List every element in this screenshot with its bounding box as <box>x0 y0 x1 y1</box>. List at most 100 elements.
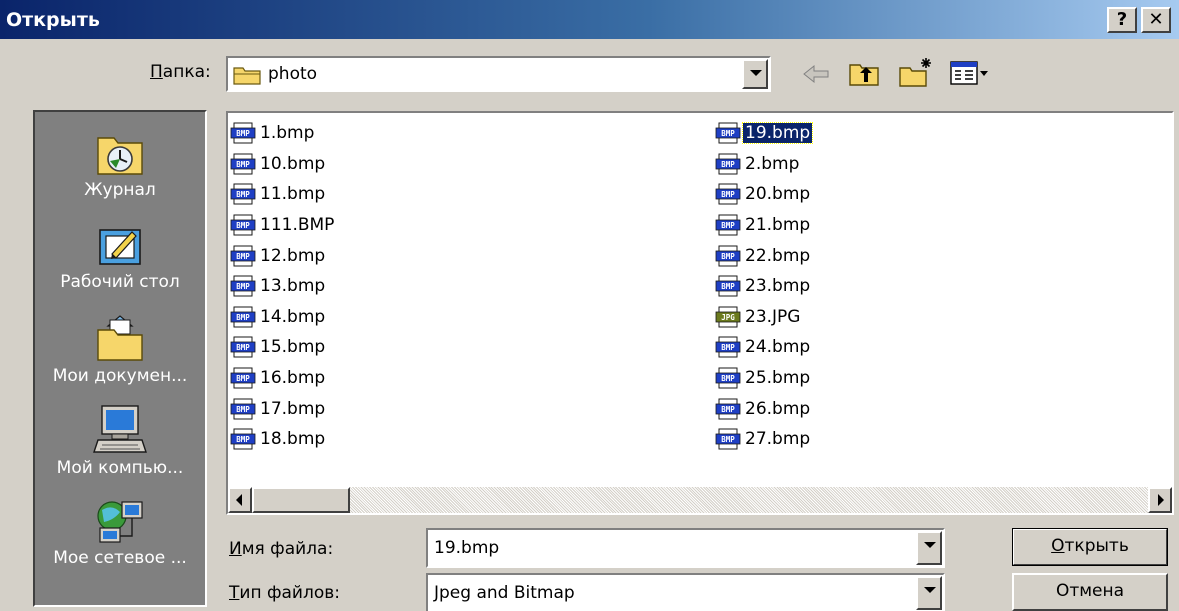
bmp-file-icon: BMP <box>230 214 256 236</box>
file-item[interactable]: BMP 15.bmp <box>230 332 336 363</box>
file-name: 23.bmp <box>745 276 811 297</box>
file-name: 15.bmp <box>260 337 326 358</box>
file-name: 20.bmp <box>745 184 811 205</box>
bmp-file-icon: BMP <box>230 336 256 358</box>
folder-combo[interactable]: photo <box>226 56 771 92</box>
file-name: 27.bmp <box>745 429 811 450</box>
svg-text:BMP: BMP <box>721 129 735 138</box>
horizontal-scrollbar[interactable] <box>228 487 1172 513</box>
file-item[interactable]: BMP 18.bmp <box>230 424 336 455</box>
file-item[interactable]: BMP 26.bmp <box>715 393 812 424</box>
file-item[interactable]: BMP 25.bmp <box>715 363 812 394</box>
file-name: 19.bmp <box>741 122 814 145</box>
svg-text:BMP: BMP <box>236 221 250 230</box>
place-my-documents[interactable]: Мои докумен... <box>35 312 205 386</box>
filetype-combo[interactable]: Jpeg and Bitmap <box>426 573 945 611</box>
file-name: 13.bmp <box>260 276 326 297</box>
file-item[interactable]: BMP 21.bmp <box>715 210 812 241</box>
file-name: 18.bmp <box>260 429 326 450</box>
svg-text:BMP: BMP <box>236 374 250 383</box>
svg-text:BMP: BMP <box>721 221 735 230</box>
place-history[interactable]: Журнал <box>35 126 205 200</box>
filetype-label: Тип файлов: <box>229 583 340 603</box>
file-item[interactable]: BMP 17.bmp <box>230 393 336 424</box>
file-item[interactable]: BMP 22.bmp <box>715 240 812 271</box>
file-list[interactable]: BMP 1.bmp BMP 10.bmp BMP 11.bmp BMP 111.BMP BMP 1… <box>226 111 1174 515</box>
file-item[interactable]: BMP 12.bmp <box>230 240 336 271</box>
svg-text:BMP: BMP <box>721 435 735 444</box>
folder-label: Папка: <box>150 62 211 82</box>
scrollbar-thumb[interactable] <box>252 487 350 513</box>
file-name: 24.bmp <box>745 337 811 358</box>
svg-text:BMP: BMP <box>236 343 250 352</box>
file-name: 26.bmp <box>745 398 811 419</box>
bmp-file-icon: BMP <box>230 398 256 420</box>
folder-icon <box>233 67 261 85</box>
places-bar: Журнал Рабочий стол Мои докумен... Мой к… <box>33 110 207 607</box>
folder-value: photo <box>268 64 318 84</box>
help-button[interactable]: ? <box>1107 7 1137 33</box>
file-item[interactable]: BMP 2.bmp <box>715 149 812 180</box>
svg-text:BMP: BMP <box>721 252 735 261</box>
place-desktop[interactable]: Рабочий стол <box>35 220 205 292</box>
svg-text:BMP: BMP <box>721 160 735 169</box>
file-item[interactable]: BMP 13.bmp <box>230 271 336 302</box>
network-places-icon <box>97 501 143 543</box>
svg-text:BMP: BMP <box>236 252 250 261</box>
file-name: 23.JPG <box>745 306 801 327</box>
up-folder-icon[interactable] <box>848 59 880 87</box>
bmp-file-icon: BMP <box>715 275 741 297</box>
file-item[interactable]: BMP 27.bmp <box>715 424 812 455</box>
history-icon <box>97 137 143 175</box>
place-my-computer[interactable]: Мой компью... <box>35 402 205 478</box>
new-folder-icon[interactable] <box>898 56 934 88</box>
view-menu-icon[interactable] <box>950 60 990 86</box>
filename-value[interactable]: 19.bmp <box>434 538 499 558</box>
svg-text:BMP: BMP <box>721 190 735 199</box>
svg-text:BMP: BMP <box>236 160 250 169</box>
open-file-dialog: Открыть ? ✕ Папка: photo Журнал Рабочий … <box>0 0 1179 611</box>
svg-text:BMP: BMP <box>236 282 250 291</box>
bmp-file-icon: BMP <box>715 428 741 450</box>
place-network[interactable]: Мое сетевое ... <box>35 496 205 568</box>
file-item[interactable]: BMP 11.bmp <box>230 179 336 210</box>
folder-dropdown-button[interactable] <box>742 59 768 89</box>
file-column-2: BMP 19.bmp BMP 2.bmp BMP 20.bmp BMP 21.bmp BMP 22… <box>715 118 814 455</box>
file-name: 1.bmp <box>260 123 315 144</box>
title-bar[interactable]: Открыть ? ✕ <box>0 0 1179 39</box>
bmp-file-icon: BMP <box>715 245 741 267</box>
jpg-file-icon: JPG <box>715 306 741 328</box>
file-item[interactable]: BMP 19.bmp <box>715 118 814 149</box>
file-name: 2.bmp <box>745 153 800 174</box>
file-item[interactable]: BMP 23.bmp <box>715 271 812 302</box>
open-button[interactable]: Открыть <box>1012 528 1168 566</box>
close-button[interactable]: ✕ <box>1141 7 1171 33</box>
file-item[interactable]: BMP 24.bmp <box>715 332 812 363</box>
file-name: 16.bmp <box>260 368 326 389</box>
svg-text:BMP: BMP <box>236 435 250 444</box>
scroll-right-button[interactable] <box>1148 487 1172 513</box>
scroll-left-button[interactable] <box>228 487 252 513</box>
bmp-file-icon: BMP <box>230 183 256 205</box>
my-computer-icon <box>93 405 147 453</box>
bmp-file-icon: BMP <box>230 428 256 450</box>
file-item[interactable]: BMP 1.bmp <box>230 118 336 149</box>
svg-text:BMP: BMP <box>721 282 735 291</box>
back-arrow-icon[interactable] <box>802 64 830 84</box>
file-item[interactable]: BMP 10.bmp <box>230 149 336 180</box>
file-item[interactable]: BMP 14.bmp <box>230 302 336 333</box>
filename-dropdown-button[interactable] <box>916 531 942 565</box>
bmp-file-icon: BMP <box>715 398 741 420</box>
file-item[interactable]: BMP 20.bmp <box>715 179 812 210</box>
file-item[interactable]: BMP 111.BMP <box>230 210 336 241</box>
filename-combo[interactable]: 19.bmp <box>426 528 945 568</box>
cancel-button[interactable]: Отмена <box>1012 573 1168 611</box>
file-name: 17.bmp <box>260 398 326 419</box>
dialog-title: Открыть <box>6 9 100 31</box>
file-item[interactable]: BMP 16.bmp <box>230 363 336 394</box>
file-name: 10.bmp <box>260 153 326 174</box>
file-item[interactable]: JPG 23.JPG <box>715 302 812 333</box>
filename-label: Имя файла: <box>229 539 334 559</box>
filetype-dropdown-button[interactable] <box>916 576 942 610</box>
file-name: 22.bmp <box>745 245 811 266</box>
